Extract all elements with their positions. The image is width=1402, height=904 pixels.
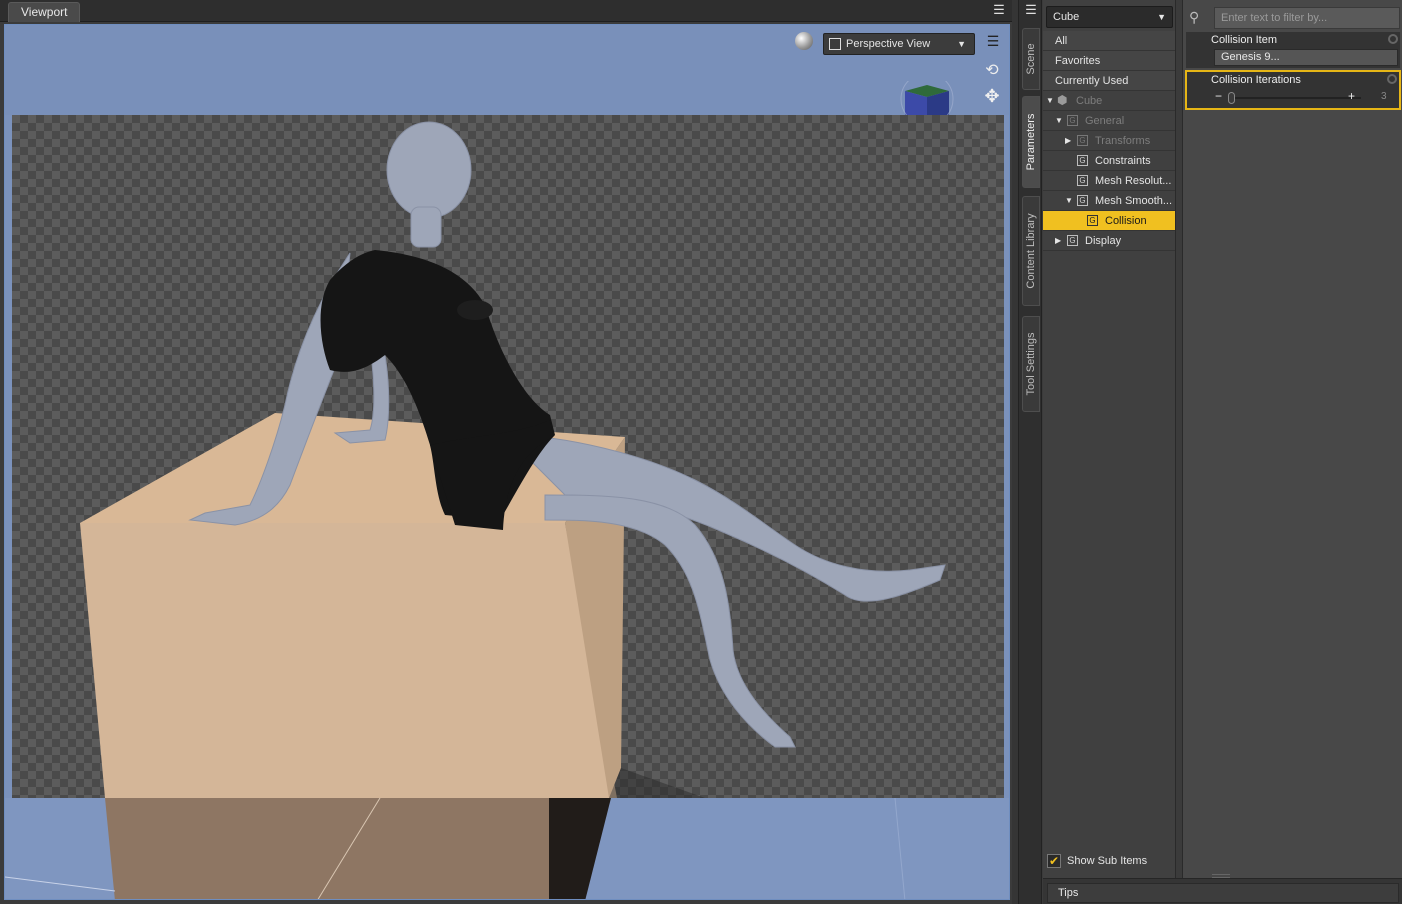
search-icon[interactable]: ⚲: [1189, 9, 1209, 27]
render-sphere-icon[interactable]: [795, 32, 813, 50]
properties-panel: ⚲ Collision Item Genesis 9... Collision …: [1182, 0, 1402, 878]
group-icon: G: [1067, 115, 1078, 126]
tab-tool-settings-label: Tool Settings: [1025, 332, 1037, 396]
group-icon: G: [1077, 195, 1088, 206]
slider-track[interactable]: [1229, 97, 1361, 99]
group-icon: G: [1087, 215, 1098, 226]
viewport-canvas[interactable]: Perspective View ▼ ☰ ⟲ ✥: [4, 24, 1010, 900]
tab-tips[interactable]: Tips: [1047, 883, 1399, 903]
gear-icon[interactable]: [1387, 74, 1397, 84]
expand-arrow-icon[interactable]: ▼: [1046, 91, 1054, 110]
group-currently-used[interactable]: Currently Used: [1043, 71, 1175, 91]
tree-item-display[interactable]: ▶ G Display: [1043, 231, 1175, 251]
tab-parameters[interactable]: Parameters: [1022, 96, 1040, 188]
collision-iterations-slider[interactable]: − + 3: [1213, 89, 1397, 105]
chevron-down-icon: ▼: [957, 39, 966, 49]
pane-menu-icon[interactable]: ☰: [990, 3, 1008, 19]
cube-front-face: [80, 523, 617, 798]
group-all[interactable]: All: [1043, 31, 1175, 51]
viewport-options-icon[interactable]: ☰: [985, 34, 1001, 50]
viewport-tabbar: Viewport ☰: [0, 0, 1012, 22]
camera-view-icon: [829, 38, 841, 50]
chevron-down-icon: ▼: [1157, 12, 1166, 22]
tree-item-label: General: [1085, 115, 1125, 127]
cube-lower-face: [105, 798, 553, 899]
tree-item-label: Transforms: [1095, 135, 1151, 147]
tab-scene-label: Scene: [1025, 43, 1037, 75]
property-collision-iterations: Collision Iterations − + 3: [1185, 70, 1401, 110]
tree-item-label: Collision: [1105, 215, 1147, 227]
show-sub-items-label: Show Sub Items: [1067, 855, 1148, 867]
view-selector-label: Perspective View: [846, 38, 931, 50]
filter-input[interactable]: [1214, 7, 1400, 29]
group-favorites[interactable]: Favorites: [1043, 51, 1175, 71]
tab-content-library-label: Content Library: [1025, 213, 1037, 289]
node-selector-label: Cube: [1053, 11, 1080, 23]
property-collision-item: Collision Item Genesis 9...: [1186, 32, 1400, 68]
bottom-pane-bar: Tips: [1043, 878, 1402, 904]
tab-scene[interactable]: Scene: [1022, 28, 1040, 90]
group-icon: G: [1067, 235, 1078, 246]
app-window: Viewport ☰ Perspective View ▼ ☰ ⟲ ✥ ☰ Sc…: [0, 0, 1402, 904]
collapse-arrow-icon[interactable]: ▶: [1055, 231, 1061, 250]
parameters-groups-panel: Cube ▼ All Favorites Currently Used ▼ ⬢ …: [1043, 0, 1176, 878]
tab-tool-settings[interactable]: Tool Settings: [1022, 316, 1040, 412]
tree-item-transforms[interactable]: ▶ G Transforms: [1043, 131, 1175, 151]
pan-icon[interactable]: ✥: [981, 85, 1003, 107]
tree-item-constraints[interactable]: G Constraints: [1043, 151, 1175, 171]
checkbox-checked-icon[interactable]: ✔: [1047, 854, 1061, 868]
tree-item-general[interactable]: ▼ G General: [1043, 111, 1175, 131]
cube-node-icon: ⬢: [1057, 93, 1068, 107]
increment-button[interactable]: +: [1348, 89, 1355, 103]
collision-item-selector[interactable]: Genesis 9...: [1214, 49, 1398, 66]
expand-arrow-icon[interactable]: ▼: [1065, 191, 1073, 210]
viewport-tab[interactable]: Viewport: [8, 2, 81, 22]
pane-menu-icon[interactable]: ☰: [1023, 3, 1039, 19]
tree-item-label: Mesh Resolut...: [1095, 175, 1172, 187]
tree-item-label: Cube: [1076, 95, 1103, 107]
tree-item-label: Display: [1085, 235, 1122, 247]
group-icon: G: [1077, 155, 1088, 166]
side-tab-strip: ☰ Scene Parameters Content Library Tool …: [1018, 0, 1042, 904]
node-selector[interactable]: Cube ▼: [1046, 6, 1173, 28]
tab-content-library[interactable]: Content Library: [1022, 196, 1040, 306]
navigation-cube[interactable]: [899, 81, 955, 115]
filter-bar: ⚲: [1187, 6, 1400, 30]
slider-handle[interactable]: [1228, 92, 1235, 104]
slider-value[interactable]: 3: [1381, 91, 1387, 102]
group-icon: G: [1077, 135, 1088, 146]
gear-icon[interactable]: [1388, 34, 1398, 44]
property-label: Collision Iterations: [1211, 74, 1301, 86]
cube-lower-side: [549, 798, 611, 899]
tree-item-mesh-resolution[interactable]: G Mesh Resolut...: [1043, 171, 1175, 191]
orbit-icon[interactable]: ⟲: [981, 60, 1003, 79]
property-label: Collision Item: [1211, 34, 1278, 46]
tree-item-label: Constraints: [1095, 155, 1151, 167]
view-selector[interactable]: Perspective View ▼: [823, 33, 975, 55]
decrement-button[interactable]: −: [1215, 89, 1222, 103]
group-icon: G: [1077, 175, 1088, 186]
scene-render: [5, 121, 946, 899]
expand-arrow-icon[interactable]: ▼: [1055, 111, 1063, 130]
tree-item-mesh-smoothing[interactable]: ▼ G Mesh Smooth...: [1043, 191, 1175, 211]
collapse-arrow-icon[interactable]: ▶: [1065, 131, 1071, 150]
tree-item-label: Mesh Smooth...: [1095, 195, 1173, 207]
tree-item-collision[interactable]: G Collision: [1043, 211, 1175, 231]
tree-item-cube[interactable]: ▼ ⬢ Cube: [1043, 91, 1175, 111]
tab-parameters-label: Parameters: [1025, 113, 1037, 171]
